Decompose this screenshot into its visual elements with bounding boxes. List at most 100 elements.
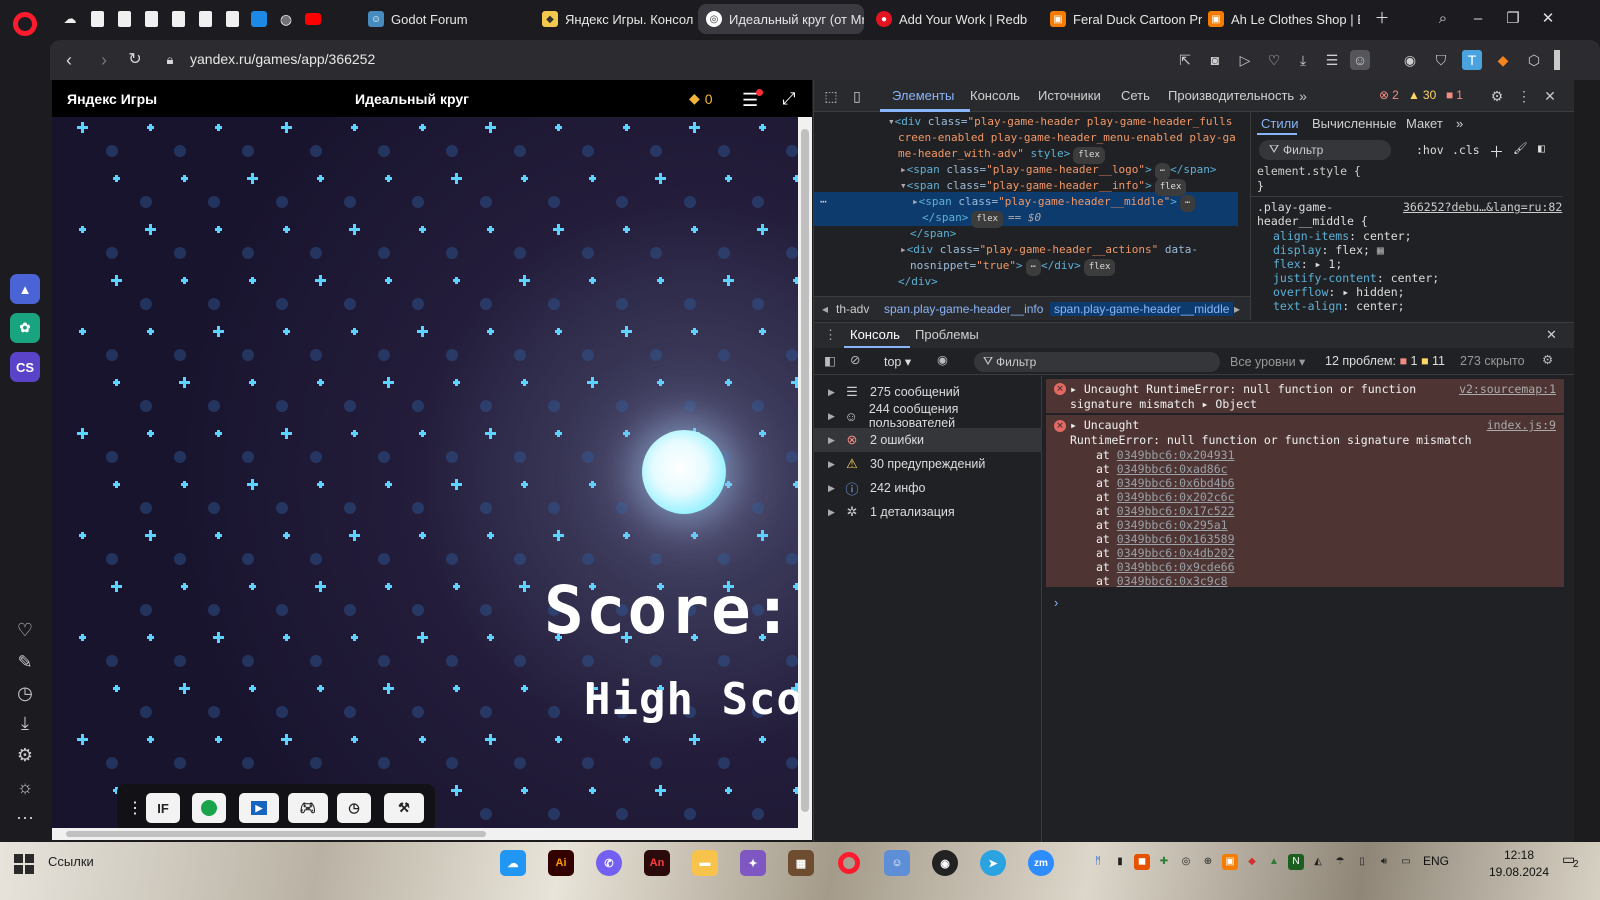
stack-frame[interactable]: at 0349bbc6:0x9cde66 [1096,560,1235,574]
tray-icon[interactable]: ◆ [1244,854,1260,870]
tray-icon[interactable]: ☂ [1332,854,1348,870]
node-line[interactable]: ▾<div class="play-game-header play-game-… [888,114,1232,131]
network-icon[interactable]: ▭ [1398,854,1414,870]
problems-summary[interactable]: 12 проблем: ■ 1 ■ 11 [1325,354,1445,368]
profile-icon[interactable]: ☺ [1350,50,1370,70]
node-line[interactable]: ▾<span class="play-game-header__info"> fl… [900,178,1187,196]
search-tabs-icon[interactable]: ⌕ [1432,8,1454,30]
stack-frame[interactable]: at 0349bbc6:0x6bd4b6 [1096,476,1235,490]
rule-selector[interactable]: header__middle { [1257,214,1368,228]
drawer-menu-icon[interactable]: ⋮ [824,327,837,343]
tab-yandex-console[interactable]: ◆ Яндекс Игры. Консоль [534,4,694,34]
console-filter-input[interactable]: ⛛ Фильтр [974,352,1220,372]
opera-logo-icon[interactable] [13,12,37,36]
sidebar-toggle-icon[interactable]: ◧ [1538,141,1545,155]
extension-icon[interactable]: ◉ [1400,50,1420,70]
node-line[interactable]: ▸<span class="play-game-header__logo"> ⋯ <… [900,162,1216,180]
taskbar-app-icon[interactable]: ☁ [500,850,526,876]
stack-frame[interactable]: at 0349bbc6:0x17c522 [1096,504,1235,518]
tips-icon[interactable]: ☼ [13,775,37,799]
coins-counter[interactable]: ◆ 0 [689,90,713,107]
game-vertical-scrollbar[interactable] [798,117,812,828]
node-line[interactable]: </div> [898,274,938,291]
inspect-element-icon[interactable]: ⬚ [822,87,840,105]
console-error-message[interactable]: × ▸ Uncaught RuntimeError: null function… [1046,415,1564,588]
node-line[interactable]: </span> [910,226,956,243]
clock[interactable]: 12:18 19.08.2024 [1474,847,1564,881]
download-icon[interactable]: ⤓ [1293,50,1313,70]
illustrator-icon[interactable]: Ai [548,850,574,876]
tab-styles[interactable]: Стили [1261,116,1298,131]
elements-tree[interactable]: ▾<div class="play-game-header play-game-… [814,112,1250,320]
stack-frame[interactable]: at 0349bbc6:0xad86c [1096,462,1228,476]
pinboard-icon[interactable]: ✎ [13,650,37,674]
styles-filter-input[interactable]: ⛛ Фильтр [1259,140,1391,160]
taskbar-search[interactable]: Ссылки [48,854,94,869]
notifications-button[interactable]: ▭ 2 [1562,851,1586,873]
tray-icon[interactable]: ▣ [1222,854,1238,870]
node-line[interactable]: </span> flex == $0 [922,210,1041,228]
node-line[interactable]: me-header_with-adv" style> flex [898,146,1105,164]
if-button[interactable]: IF [146,793,180,823]
taskbar-app-icon[interactable]: ✦ [740,850,766,876]
hov-toggle[interactable]: :hov [1416,143,1444,157]
pinned-tab-doc-icon[interactable] [115,10,133,28]
pinned-tab-doc-icon[interactable] [196,10,214,28]
console-error-message[interactable]: × ▸ Uncaught RuntimeError: null function… [1046,379,1564,413]
taskbar-app-icon[interactable]: ☺ [884,850,910,876]
tray-icon[interactable]: ✚ [1156,854,1172,870]
sidebar-info[interactable]: ▶ ⓘ 242 инфо [814,476,1042,500]
node-line[interactable]: creen-enabled play-game-header_menu-enab… [898,130,1236,147]
tab-godot-forum[interactable]: ☺ Godot Forum [360,4,520,34]
bookmark-heart-icon[interactable]: ♡ [1264,50,1284,70]
rule-source-link[interactable]: 366252?debu…&lang=ru:82 [1403,200,1562,214]
gamepad-button[interactable]: 🎮︎ [288,793,328,823]
pinned-tab-wifi-icon[interactable] [250,10,268,28]
context-selector[interactable]: top ▾ [884,354,911,369]
console-prompt[interactable]: › [1054,595,1058,610]
console-settings-icon[interactable]: ⚙ [1542,352,1553,367]
stack-frame[interactable]: at 0349bbc6:0x163589 [1096,532,1235,546]
flex-editor-icon[interactable]: ▦ [1377,243,1384,257]
restore-button[interactable]: ❐ [1502,8,1524,30]
clear-console-icon[interactable]: ⊘ [850,352,860,367]
toolbar-more-icon[interactable]: ⋮ [127,798,143,818]
tray-icon[interactable]: ◎ [1178,854,1194,870]
shield-icon[interactable]: ⛉ [1431,50,1451,70]
tools-button[interactable]: ⚒ [384,793,424,823]
warnings-badge[interactable]: ▲ 30 [1408,88,1436,102]
history-icon[interactable]: ◷ [13,681,37,705]
css-property[interactable]: display: flex; ▦ [1273,243,1384,257]
tab-redbubble[interactable]: ● Add Your Work | Redbub [868,4,1028,34]
crumb-scroll-left-icon[interactable]: ◂ [822,302,828,316]
easy-setup-icon[interactable]: ☰ [1322,50,1342,70]
breadcrumb-item[interactable]: th-adv [836,302,869,316]
scroll-thumb[interactable] [66,831,486,837]
pinned-tab-doc-icon[interactable] [142,10,160,28]
tab-performance[interactable]: Производительность [1168,88,1294,103]
share-icon[interactable]: ⇱ [1175,50,1195,70]
windows-start-icon[interactable] [14,854,34,874]
new-tab-button[interactable]: ＋ [1371,8,1393,30]
minecraft-icon[interactable]: ▦ [788,850,814,876]
stack-frame[interactable]: at 0349bbc6:0x4db202 [1096,546,1235,560]
more-style-tabs-icon[interactable]: » [1456,116,1463,131]
cls-toggle[interactable]: .cls [1452,143,1480,157]
file-explorer-icon[interactable]: ▬ [692,850,718,876]
tray-icon[interactable]: ◭ [1310,854,1326,870]
error-source-link[interactable]: index.js:9 [1487,418,1556,432]
pinned-tab-doc-icon[interactable] [169,10,187,28]
close-window-button[interactable]: ✕ [1537,8,1559,30]
aria-icon[interactable]: ▲ [10,274,40,304]
downloads-icon[interactable]: ⤓ [13,711,37,735]
reload-button[interactable]: ↻ [124,49,146,71]
green-circle-button[interactable] [192,793,226,823]
tab-console[interactable]: Консоль [970,88,1020,103]
tray-icon[interactable]: ◼ [1134,854,1150,870]
selected-node-line[interactable]: ▸<span class="play-game-header__middle">… [912,194,1196,212]
chatgpt-icon[interactable]: ✿ [10,313,40,343]
close-devtools-icon[interactable]: ✕ [1541,87,1559,105]
css-property[interactable]: justify-content: center; [1273,271,1439,285]
tab-sources[interactable]: Источники [1038,88,1101,103]
node-line[interactable]: nosnippet="true"> ⋯ </div> flex [910,258,1116,276]
